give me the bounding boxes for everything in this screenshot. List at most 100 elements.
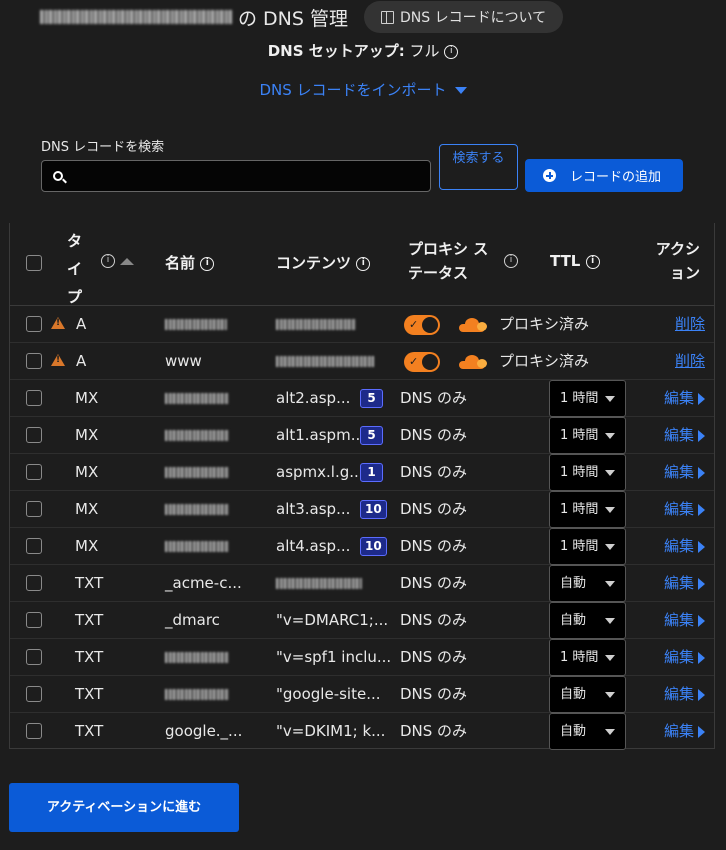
ttl-value: 1 時間 [560,428,599,443]
table-row[interactable]: MX alt3.asp... 10 DNS のみ 1 時間 編集 [10,491,714,528]
record-name-redacted [165,417,229,454]
table-row[interactable]: Awww プロキシ済み 削除 [10,343,714,380]
row-checkbox[interactable] [26,612,42,628]
edit-record-link[interactable]: 編集 [664,602,705,639]
sort-asc-icon[interactable] [120,258,134,265]
row-checkbox[interactable] [26,316,42,332]
type-info-icon[interactable]: i [101,254,115,268]
row-checkbox[interactable] [26,575,42,591]
add-record-button[interactable]: レコードの追加 [525,159,683,192]
edit-record-link[interactable]: 編集 [664,676,705,713]
column-header-ttl[interactable]: TTL i [550,252,600,270]
import-dns-records-label: DNS レコードをインポート [259,81,447,99]
info-icon[interactable]: i [444,44,459,59]
record-content-redacted [276,565,362,602]
proxied-cloud-icon [455,318,489,332]
import-dns-records-link[interactable]: DNS レコードをインポート [0,79,726,100]
page-title: の DNS 管理 [40,4,348,31]
proxy-status: DNS のみ [400,685,468,703]
row-checkbox[interactable] [26,723,42,739]
delete-record-link[interactable]: 削除 [675,343,705,380]
edit-record-link[interactable]: 編集 [664,417,705,454]
column-header-ttl-label: TTL [550,252,581,270]
table-row[interactable]: MX alt2.asp... 5 DNS のみ 1 時間 編集 [10,380,714,417]
record-content-redacted [276,306,356,343]
mx-priority-badge: 10 [360,537,387,556]
edit-record-link[interactable]: 編集 [664,565,705,602]
table-row[interactable]: MX alt4.asp... 10 DNS のみ 1 時間 編集 [10,528,714,565]
row-checkbox[interactable] [26,464,42,480]
table-row[interactable]: A プロキシ済み 削除 [10,306,714,343]
column-header-proxy[interactable]: プロキシ ステータス [408,237,498,285]
ttl-select[interactable]: 自動 [549,602,626,639]
edit-record-link[interactable]: 編集 [664,528,705,565]
column-header-name-label: 名前 [165,254,196,272]
record-content: "google-site... [276,685,381,703]
edit-record-link[interactable]: 編集 [664,380,705,417]
proxy-toggle[interactable] [404,352,440,372]
proxy-status: DNS のみ [400,574,468,592]
record-type: A [76,315,87,333]
plus-circle-icon [543,169,556,182]
ttl-select[interactable]: 自動 [549,713,626,750]
row-checkbox[interactable] [26,686,42,702]
search-box [41,160,431,192]
select-all-checkbox[interactable] [26,255,42,271]
chevron-down-icon [605,507,615,513]
table-row[interactable]: TXT "v=spf1 inclu... DNS のみ 1 時間 編集 [10,639,714,676]
record-type: MX [75,500,99,518]
edit-record-link[interactable]: 編集 [664,491,705,528]
proxy-toggle[interactable] [404,315,440,335]
continue-activation-button[interactable]: アクティベーションに進む [9,783,239,832]
record-name: _dmarc [165,611,220,629]
mx-priority-badge: 5 [360,389,383,408]
proxy-status: DNS のみ [400,648,468,666]
record-name: google._... [165,722,243,740]
column-header-name[interactable]: 名前 i [165,252,215,273]
record-content: "v=spf1 inclu... [276,648,392,666]
search-input[interactable] [42,161,430,191]
row-checkbox[interactable] [26,353,42,369]
ttl-select[interactable]: 1 時間 [549,528,626,565]
ttl-select[interactable]: 1 時間 [549,417,626,454]
row-checkbox[interactable] [26,390,42,406]
row-checkbox[interactable] [26,501,42,517]
name-info-icon[interactable]: i [200,256,215,271]
record-name-redacted [165,528,229,565]
row-checkbox[interactable] [26,649,42,665]
proxied-cloud-icon [455,355,489,369]
ttl-value: 1 時間 [560,391,599,406]
row-checkbox[interactable] [26,427,42,443]
about-dns-records-button[interactable]: DNS レコードについて [363,1,564,33]
table-row[interactable]: MX alt1.aspm... 5 DNS のみ 1 時間 編集 [10,417,714,454]
table-row[interactable]: TXT google._... "v=DKIM1; k... DNS のみ 自動 編集 [10,713,714,750]
search-button[interactable]: 検索する [439,144,518,190]
ttl-select[interactable]: 1 時間 [549,491,626,528]
ttl-info-icon[interactable]: i [585,254,600,269]
ttl-select[interactable]: 1 時間 [549,639,626,676]
edit-record-link[interactable]: 編集 [664,639,705,676]
ttl-select[interactable]: 自動 [549,565,626,602]
column-header-content[interactable]: コンテンツ i [276,252,371,273]
redacted-domain [40,10,232,24]
table-row[interactable]: TXT "google-site... DNS のみ 自動 編集 [10,676,714,713]
delete-record-link[interactable]: 削除 [675,306,705,343]
record-type: MX [75,463,99,481]
chevron-down-icon [605,692,615,698]
content-info-icon[interactable]: i [356,256,371,271]
proxy-info-icon[interactable]: i [504,254,518,268]
table-row[interactable]: TXT _acme-c... DNS のみ 自動 編集 [10,565,714,602]
row-checkbox[interactable] [26,538,42,554]
chevron-down-icon [605,581,615,587]
chevron-down-icon [605,655,615,661]
table-row[interactable]: MX aspmx.l.g... 1 DNS のみ 1 時間 編集 [10,454,714,491]
proxy-status: DNS のみ [400,389,468,407]
ttl-select[interactable]: 1 時間 [549,454,626,491]
table-row[interactable]: TXT _dmarc "v=DMARC1;... DNS のみ 自動 編集 [10,602,714,639]
edit-record-link[interactable]: 編集 [664,454,705,491]
record-name-redacted [165,676,229,713]
ttl-select[interactable]: 1 時間 [549,380,626,417]
edit-record-link[interactable]: 編集 [664,713,705,750]
ttl-select[interactable]: 自動 [549,676,626,713]
column-header-type[interactable]: タイプ [67,227,83,311]
